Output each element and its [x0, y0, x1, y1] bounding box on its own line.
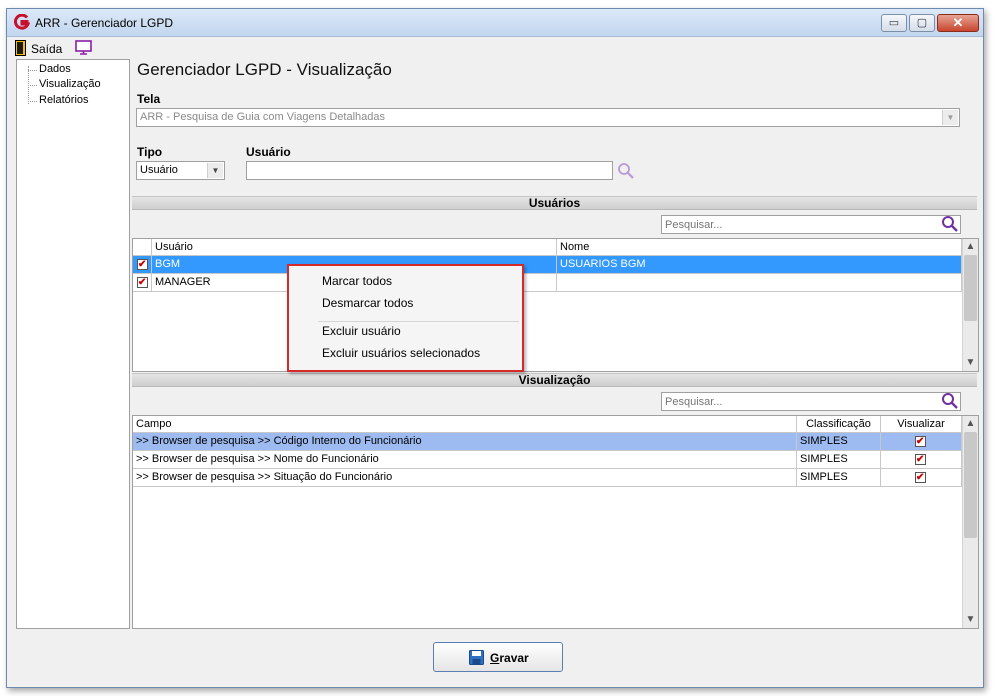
cell-classificacao: SIMPLES	[797, 433, 881, 450]
chevron-down-icon: ▼	[942, 110, 958, 125]
visualizacao-section-header: Visualização	[132, 373, 977, 387]
table-row[interactable]: >> Browser de pesquisa >> Situação do Fu…	[133, 469, 962, 487]
usuario-label: Usuário	[246, 145, 291, 159]
usuarios-search-input[interactable]	[662, 216, 960, 233]
title-bar[interactable]: ARR - Gerenciador LGPD ▭ ▢ ✕	[7, 9, 983, 37]
table-row[interactable]: >> Browser de pesquisa >> Código Interno…	[133, 433, 962, 451]
row-checkbox-cell	[133, 256, 152, 273]
tree-item-relatorios[interactable]: Relatórios	[39, 94, 89, 106]
save-label-rest: ravar	[499, 651, 529, 665]
save-label: Gravar	[490, 651, 529, 665]
window-title: ARR - Gerenciador LGPD	[35, 16, 174, 30]
usuarios-search-field[interactable]	[661, 215, 961, 234]
table-row[interactable]: MANAGER	[133, 274, 962, 292]
tree-item-visualizacao[interactable]: Visualização	[39, 78, 101, 90]
close-icon: ✕	[952, 15, 964, 30]
scroll-down-icon[interactable]: ▼	[963, 355, 978, 371]
cell-nome	[557, 274, 962, 291]
cell-classificacao: SIMPLES	[797, 451, 881, 468]
page-title: Gerenciador LGPD - Visualização	[137, 60, 392, 79]
visualizar-checkbox[interactable]	[915, 470, 926, 486]
search-icon[interactable]	[941, 392, 959, 410]
tree-connector	[28, 85, 37, 86]
maximize-icon: ▢	[916, 17, 928, 29]
exit-label: Saída	[31, 42, 63, 56]
usuarios-table-header: Usuário Nome	[133, 239, 962, 256]
app-window: ARR - Gerenciador LGPD ▭ ▢ ✕ Saída Dados…	[6, 8, 984, 688]
visualizacao-table-header: Campo Classificação Visualizar	[133, 416, 962, 433]
column-header-visualizar[interactable]: Visualizar	[881, 416, 962, 432]
usuarios-scrollbar[interactable]: ▲ ▼	[962, 239, 978, 371]
menu-item-excluir-usuario[interactable]: Excluir usuário	[322, 324, 401, 338]
context-menu: Marcar todos Desmarcar todos Excluir usu…	[287, 264, 524, 372]
scroll-thumb[interactable]	[964, 432, 977, 538]
maximize-button[interactable]: ▢	[909, 14, 935, 32]
navigation-tree: Dados Visualização Relatórios	[16, 59, 130, 629]
minimize-button[interactable]: ▭	[881, 14, 907, 32]
tipo-select[interactable]: Usuário ▼	[136, 161, 225, 180]
usuario-input[interactable]	[247, 162, 612, 179]
column-header-classificacao[interactable]: Classificação	[797, 416, 881, 432]
row-checkbox[interactable]	[137, 257, 148, 273]
visualizar-checkbox[interactable]	[915, 434, 926, 450]
menu-separator	[318, 321, 519, 322]
usuarios-table: Usuário Nome BGM USUARIOS BGM MANAGER ▲ …	[132, 238, 979, 372]
scroll-thumb[interactable]	[964, 255, 977, 321]
visualizar-checkbox-cell	[881, 433, 962, 450]
scroll-up-icon[interactable]: ▲	[963, 416, 978, 432]
column-header-nome[interactable]: Nome	[557, 239, 962, 255]
cell-campo: >> Browser de pesquisa >> Situação do Fu…	[133, 469, 797, 486]
row-checkbox[interactable]	[137, 275, 148, 291]
cell-classificacao: SIMPLES	[797, 469, 881, 486]
table-row[interactable]: >> Browser de pesquisa >> Nome do Funcio…	[133, 451, 962, 469]
visualizacao-scrollbar[interactable]: ▲ ▼	[962, 416, 978, 628]
usuario-field[interactable]	[246, 161, 613, 180]
floppy-disk-icon	[469, 650, 484, 665]
tree-connector	[28, 101, 37, 102]
save-label-accelerator: G	[490, 651, 500, 665]
tela-value: ARR - Pesquisa de Guia com Viagens Detal…	[140, 111, 385, 123]
visualizacao-search-input[interactable]	[662, 393, 960, 410]
close-button[interactable]: ✕	[937, 14, 979, 32]
cell-nome: USUARIOS BGM	[557, 256, 962, 273]
tipo-label: Tipo	[137, 145, 163, 159]
tree-item-dados[interactable]: Dados	[39, 63, 71, 75]
column-header-campo[interactable]: Campo	[133, 416, 797, 432]
menu-item-marcar-todos[interactable]: Marcar todos	[322, 274, 392, 288]
tela-select[interactable]: ARR - Pesquisa de Guia com Viagens Detal…	[136, 108, 960, 127]
exit-door-icon	[15, 40, 26, 56]
monitor-icon[interactable]	[75, 40, 92, 55]
save-button[interactable]: Gravar	[433, 642, 563, 672]
checkbox-column-header	[133, 239, 152, 255]
search-icon[interactable]	[941, 215, 959, 233]
chevron-down-icon: ▼	[207, 163, 223, 178]
menu-item-excluir-selecionados[interactable]: Excluir usuários selecionados	[322, 346, 480, 360]
tipo-value: Usuário	[140, 164, 178, 176]
table-row[interactable]: BGM USUARIOS BGM	[133, 256, 962, 274]
usuarios-section-header: Usuários	[132, 196, 977, 210]
tela-label: Tela	[137, 92, 161, 106]
cell-campo: >> Browser de pesquisa >> Nome do Funcio…	[133, 451, 797, 468]
minimize-icon: ▭	[888, 17, 900, 29]
tree-connector	[28, 70, 37, 71]
visualizar-checkbox[interactable]	[915, 452, 926, 468]
column-header-usuario[interactable]: Usuário	[152, 239, 557, 255]
row-checkbox-cell	[133, 274, 152, 291]
visualizar-checkbox-cell	[881, 469, 962, 486]
cell-campo: >> Browser de pesquisa >> Código Interno…	[133, 433, 797, 450]
app-logo-icon	[14, 14, 30, 30]
visualizacao-search-field[interactable]	[661, 392, 961, 411]
scroll-up-icon[interactable]: ▲	[963, 239, 978, 255]
toolbar: Saída	[7, 37, 983, 59]
visualizar-checkbox-cell	[881, 451, 962, 468]
menu-item-desmarcar-todos[interactable]: Desmarcar todos	[322, 296, 413, 310]
scroll-down-icon[interactable]: ▼	[963, 612, 978, 628]
search-icon[interactable]	[617, 162, 635, 180]
visualizacao-table: Campo Classificação Visualizar >> Browse…	[132, 415, 979, 629]
